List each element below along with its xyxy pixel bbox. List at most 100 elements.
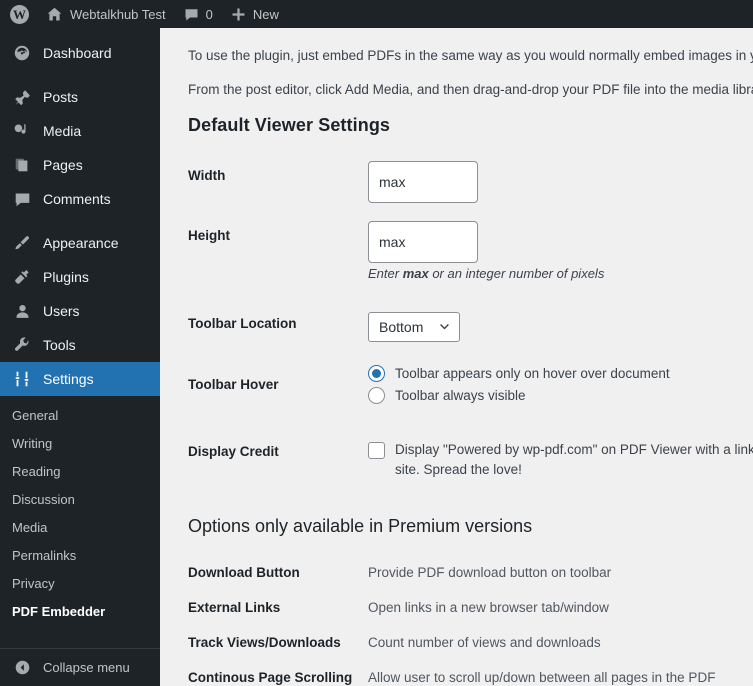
radio-button-always[interactable] [368,386,385,404]
plus-icon [231,7,246,22]
submenu-item-discussion[interactable]: Discussion [0,486,160,514]
intro-paragraph-2: From the post editor, click Add Media, a… [188,82,753,98]
sidebar-item-media[interactable]: Media [0,114,160,148]
collapse-menu-button[interactable]: Collapse menu [0,648,160,686]
display-credit-row[interactable]: Display "Powered by wp-pdf.com" on PDF V… [368,440,753,482]
comment-bubble-icon [12,189,32,209]
sidebar-label: Comments [43,191,111,207]
sidebar-label: Appearance [43,235,119,251]
toolbar-hover-option-2-label: Toolbar always visible [395,387,526,403]
premium-desc-continuous-scrolling: Allow user to scroll up/down between all… [368,670,716,686]
sidebar-item-dashboard[interactable]: Dashboard [0,36,160,70]
submenu-item-media[interactable]: Media [0,514,160,542]
site-title: Webtalkhub Test [70,6,166,22]
display-credit-checkbox[interactable] [368,441,385,459]
width-input[interactable] [368,160,478,203]
sidebar-separator [0,216,160,226]
premium-desc-external-links: Open links in a new browser tab/window [368,600,609,616]
comments-count: 0 [205,6,213,22]
admin-sidebar: Dashboard Posts Media Pages Comments App… [0,28,168,686]
sidebar-label: Settings [43,371,94,387]
size-help-note: Enter max or an integer number of pixels [368,263,753,281]
home-icon [46,6,63,23]
help-note-bold: max [402,265,429,281]
plug-icon [12,267,32,287]
user-icon [12,301,32,321]
intro-paragraph-1: To use the plugin, just embed PDFs in th… [188,48,753,63]
sidebar-item-pages[interactable]: Pages [0,148,160,182]
sliders-icon [12,369,32,389]
default-viewer-settings-table: Width Height Enter max or an integer num… [188,152,753,491]
sidebar-item-settings[interactable]: Settings [0,362,168,396]
sidebar-item-plugins[interactable]: Plugins [0,260,160,294]
dashboard-icon [12,43,32,63]
sidebar-item-posts[interactable]: Posts [0,80,160,114]
collapse-menu-label: Collapse menu [43,660,130,675]
toolbar-location-label: Toolbar Location [188,315,297,331]
comments-menu[interactable]: 0 [175,0,222,28]
sidebar-item-appearance[interactable]: Appearance [0,226,160,260]
settings-submenu: General Writing Reading Discussion Media… [0,396,160,634]
submenu-item-privacy[interactable]: Privacy [0,570,160,598]
sidebar-label: Media [43,123,82,139]
submenu-item-reading[interactable]: Reading [0,458,160,486]
chevron-down-icon [438,320,451,333]
display-credit-text: Display "Powered by wp-pdf.com" on PDF V… [395,441,753,478]
media-icon [12,121,32,141]
main-content: To use the plugin, just embed PDFs in th… [160,28,753,686]
premium-label-track-views: Track Views/Downloads [188,635,341,651]
sidebar-label: Dashboard [43,45,112,61]
display-credit-label: Display Credit [188,443,279,459]
sidebar-item-users[interactable]: Users [0,294,160,328]
premium-label-continuous-scrolling: Continous Page Scrolling [188,670,353,686]
sidebar-label: Plugins [43,269,89,285]
submenu-item-writing[interactable]: Writing [0,430,160,458]
arrow-left-circle-icon [12,658,32,678]
radio-button-hover[interactable] [368,364,385,382]
table-row: Continous Page Scrolling Allow user to s… [188,660,715,686]
sidebar-separator [0,70,160,80]
submenu-item-pdf-embedder[interactable]: PDF Embedder [0,598,160,626]
premium-options-table: Download Button Provide PDF download but… [188,555,715,686]
toolbar-hover-label: Toolbar Hover [188,376,279,392]
premium-desc-track-views: Count number of views and downloads [368,635,601,651]
sidebar-item-comments[interactable]: Comments [0,182,160,216]
sidebar-item-tools[interactable]: Tools [0,328,160,362]
table-row-width: Width [188,152,753,212]
toolbar-location-select[interactable]: Bottom [368,311,460,342]
wordpress-logo-icon [10,4,29,24]
comment-bubble-icon [184,7,199,22]
width-label: Width [188,167,226,183]
new-content-menu[interactable]: New [222,0,288,28]
height-label: Height [188,227,230,243]
toolbar-hover-option-hover[interactable]: Toolbar appears only on hover over docum… [368,364,753,382]
help-note-suffix: or an integer number of pixels [428,265,605,281]
wp-logo-menu[interactable] [0,0,37,28]
submenu-item-general[interactable]: General [0,402,160,430]
table-row: External Links Open links in a new brows… [188,590,715,625]
sidebar-label: Tools [43,337,76,353]
submenu-item-permalinks[interactable]: Permalinks [0,542,160,570]
table-row-display-credit: Display Credit Display "Powered by wp-pd… [188,418,753,491]
table-row-height: Height Enter max or an integer number of… [188,212,753,290]
page-icon [12,155,32,175]
new-label: New [252,6,279,22]
toolbar-location-value: Bottom [379,318,424,335]
table-row: Download Button Provide PDF download but… [188,555,715,590]
site-name-menu[interactable]: Webtalkhub Test [37,0,175,28]
pin-icon [12,87,32,107]
premium-desc-download-button: Provide PDF download button on toolbar [368,565,612,581]
brush-icon [12,233,32,253]
page-title: Default Viewer Settings [188,114,391,135]
sidebar-label: Users [43,303,80,319]
toolbar-hover-option-always[interactable]: Toolbar always visible [368,386,753,404]
premium-section-title: Options only available in Premium versio… [188,516,533,537]
height-input[interactable] [368,220,478,263]
help-note-prefix: Enter [368,265,403,281]
premium-label-download-button: Download Button [188,565,300,581]
wrench-icon [12,335,32,355]
admin-bar: Webtalkhub Test 0 New [0,0,753,28]
sidebar-label: Pages [43,157,83,173]
table-row-toolbar-hover: Toolbar Hover Toolbar appears only on ho… [188,351,753,418]
table-row: Track Views/Downloads Count number of vi… [188,625,715,660]
